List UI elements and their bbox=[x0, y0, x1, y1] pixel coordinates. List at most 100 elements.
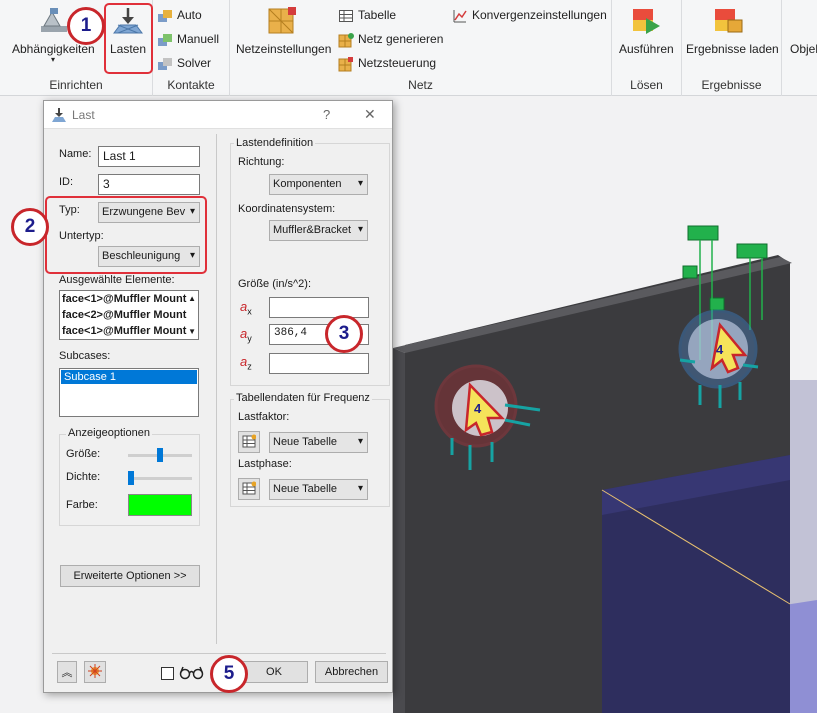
anzeigeoptionen-label: Anzeigeoptionen bbox=[66, 427, 152, 439]
list-scroll-up-icon[interactable]: ▲ bbox=[188, 291, 196, 307]
dialog-titlebar[interactable]: Last ? ✕ bbox=[44, 101, 392, 129]
lastendefinition-label: Lastendefinition bbox=[234, 137, 316, 149]
az-field[interactable] bbox=[269, 353, 369, 374]
group-loesen: Ausführen Lösen bbox=[612, 0, 682, 96]
chevron-down-icon: ▾ bbox=[357, 436, 363, 447]
richtung-label: Richtung: bbox=[238, 156, 285, 168]
elements-list[interactable]: face<1>@Muffler Mount face<2>@Muffler Mo… bbox=[59, 290, 199, 340]
load-marker-red-label: 4 bbox=[474, 401, 482, 416]
column-divider bbox=[216, 134, 217, 644]
netzsteuerung-label: Netzsteuerung bbox=[358, 56, 437, 71]
chevron-down-icon: ▾ bbox=[357, 483, 363, 494]
dichte-slider-thumb[interactable] bbox=[128, 471, 134, 485]
table-icon bbox=[338, 8, 354, 24]
erweiterte-optionen-button[interactable]: Erweiterte Optionen >> bbox=[60, 565, 200, 587]
name-field[interactable]: Last 1 bbox=[98, 146, 200, 167]
group-ergebnisse: Ergebnisse laden Ergebnisse bbox=[682, 0, 782, 96]
kontakt-solver-button[interactable]: Solver bbox=[157, 56, 211, 72]
convergence-icon bbox=[452, 8, 468, 24]
tabellendaten-label: Tabellendaten für Frequenz bbox=[234, 392, 372, 404]
callout-3: 3 bbox=[325, 315, 363, 353]
netzeinstellungen-button[interactable]: Netzeinstellungen bbox=[236, 42, 331, 56]
callout-2: 2 bbox=[11, 208, 49, 246]
kontakt-auto-button[interactable]: Auto bbox=[157, 8, 202, 24]
richtung-dropdown[interactable]: Komponenten ▾ bbox=[269, 174, 368, 195]
chevron-down-icon: ▾ bbox=[357, 178, 363, 189]
dichte-slider[interactable] bbox=[128, 471, 192, 485]
help-button[interactable]: ? bbox=[323, 107, 330, 122]
solver-contact-icon bbox=[157, 56, 173, 72]
callout-1: 1 bbox=[67, 7, 105, 45]
callout-5: 5 bbox=[210, 655, 248, 693]
groesse-unit-label: Größe (in/s^2): bbox=[238, 278, 312, 290]
lastfaktor-dropdown[interactable]: Neue Tabelle ▾ bbox=[269, 432, 368, 453]
list-item[interactable]: face<2>@Muffler Mount bbox=[62, 307, 198, 323]
lastfaktor-table-button[interactable] bbox=[238, 431, 260, 453]
ax-sub: x bbox=[247, 306, 252, 317]
lastphase-value: Neue Tabelle bbox=[273, 483, 338, 495]
sparkle-icon bbox=[88, 664, 102, 681]
highlight-lasten bbox=[104, 3, 153, 74]
group-netz: Netzeinstellungen Tabelle Netz generiere… bbox=[230, 0, 612, 96]
glasses-icon bbox=[179, 664, 205, 683]
group-label-kontakte: Kontakte bbox=[167, 78, 215, 92]
netzsteuerung-button[interactable]: Netzsteuerung bbox=[338, 56, 436, 72]
richtung-value: Komponenten bbox=[273, 178, 342, 190]
auto-contact-icon bbox=[157, 8, 173, 24]
close-button[interactable]: ✕ bbox=[364, 106, 376, 123]
elements-label: Ausgewählte Elemente: bbox=[59, 274, 175, 286]
ergebnisse-laden-button[interactable]: Ergebnisse laden bbox=[686, 42, 779, 56]
color-swatch[interactable] bbox=[128, 494, 192, 516]
dichte-label: Dichte: bbox=[66, 471, 101, 483]
konvergenz-button[interactable]: Konvergenzeinstellungen bbox=[452, 8, 607, 24]
konvergenz-label: Konvergenzeinstellungen bbox=[472, 8, 607, 23]
manual-contact-icon bbox=[157, 32, 173, 48]
chevron-down-icon[interactable]: ▾ bbox=[51, 55, 55, 64]
list-scroll-down-icon[interactable]: ▼ bbox=[188, 324, 196, 339]
dialog-bottom-divider bbox=[52, 653, 386, 654]
double-chevron-up-icon: ︽ bbox=[61, 667, 73, 679]
last-dialog: Last ? ✕ Name: Last 1 ID: 3 Typ: Erzwung… bbox=[43, 100, 393, 693]
list-item[interactable]: face<1>@Muffler Mount bbox=[62, 291, 198, 307]
groesse-slider[interactable] bbox=[128, 448, 192, 462]
preview-checkbox[interactable] bbox=[161, 667, 174, 680]
table-icon bbox=[242, 434, 257, 451]
id-field[interactable]: 3 bbox=[98, 174, 200, 195]
ok-button[interactable]: OK bbox=[240, 661, 308, 683]
ax-field[interactable] bbox=[269, 297, 369, 318]
lastphase-dropdown[interactable]: Neue Tabelle ▾ bbox=[269, 479, 368, 500]
ausfuehren-button[interactable]: Ausführen bbox=[619, 42, 674, 56]
objekte-button[interactable]: Objel bbox=[790, 42, 817, 56]
koordinatensystem-dropdown[interactable]: Muffler&Bracket ▾ bbox=[269, 220, 368, 241]
subcases-list[interactable]: Subcase 1 bbox=[59, 368, 199, 417]
netz-generieren-button[interactable]: Netz generieren bbox=[338, 32, 443, 48]
load-results-icon bbox=[712, 6, 744, 36]
sparkle-options-button[interactable] bbox=[84, 661, 106, 683]
run-simulation-icon bbox=[630, 6, 662, 36]
kontakt-solver-label: Solver bbox=[177, 56, 212, 71]
table-icon bbox=[242, 481, 257, 498]
ay-sub: y bbox=[247, 333, 252, 344]
kontakt-auto-label: Auto bbox=[177, 8, 202, 23]
abbrechen-button[interactable]: Abbrechen bbox=[315, 661, 388, 683]
groesse-slider-thumb[interactable] bbox=[157, 448, 163, 462]
lastphase-table-button[interactable] bbox=[238, 478, 260, 500]
collapse-button[interactable]: ︽ bbox=[57, 661, 77, 683]
lastfaktor-label: Lastfaktor: bbox=[238, 411, 290, 423]
groesse-label: Größe: bbox=[66, 448, 101, 460]
list-item[interactable]: face<1>@Muffler Mount bbox=[62, 323, 198, 339]
kontakt-manuell-label: Manuell bbox=[177, 32, 220, 47]
kontakt-manuell-button[interactable]: Manuell bbox=[157, 32, 219, 48]
group-label-einrichten: Einrichten bbox=[49, 78, 103, 92]
subcase-item[interactable]: Subcase 1 bbox=[61, 370, 197, 384]
group-label-loesen: Lösen bbox=[630, 78, 663, 92]
subcases-label: Subcases: bbox=[59, 350, 111, 362]
az-sub: z bbox=[247, 361, 252, 372]
dialog-title: Last bbox=[72, 108, 95, 122]
ax-label: ax bbox=[240, 299, 252, 317]
group-label-ergebnisse: Ergebnisse bbox=[701, 78, 762, 92]
lastphase-label: Lastphase: bbox=[238, 458, 292, 470]
name-label: Name: bbox=[59, 148, 92, 160]
tabelle-button[interactable]: Tabelle bbox=[338, 8, 396, 24]
id-label: ID: bbox=[59, 176, 74, 188]
